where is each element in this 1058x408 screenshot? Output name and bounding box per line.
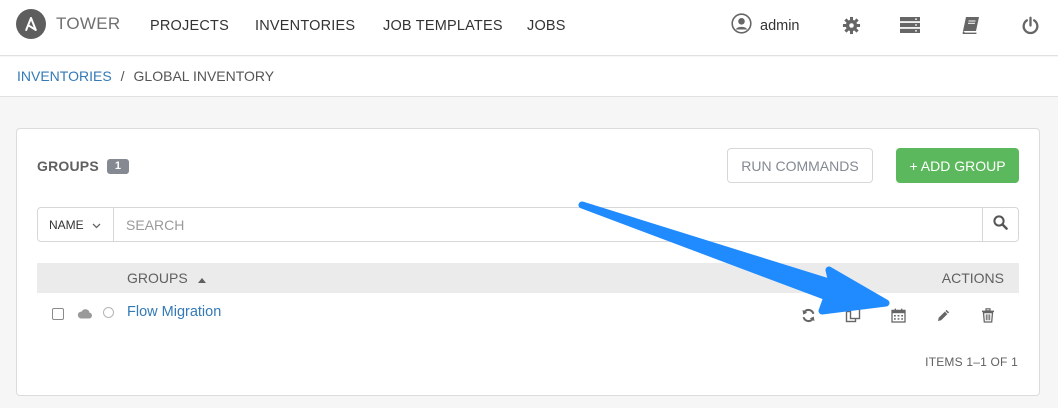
table-row: Flow Migration	[37, 293, 1019, 333]
trash-icon[interactable]	[979, 306, 997, 324]
cloud-icon	[77, 306, 93, 324]
server-icon[interactable]	[898, 14, 922, 36]
nav-link-job-templates[interactable]: JOB TEMPLATES	[383, 18, 503, 34]
search-field-label: NAME	[49, 217, 84, 232]
groups-column-header[interactable]: GROUPS	[127, 270, 206, 286]
calendar-icon[interactable]	[889, 306, 907, 324]
group-name-link[interactable]: Flow Migration	[127, 304, 221, 320]
groups-panel: GROUPS 1 RUN COMMANDS + ADD GROUP NAME G…	[16, 128, 1040, 396]
user-menu[interactable]: admin	[731, 13, 800, 39]
nav-link-jobs[interactable]: JOBS	[527, 18, 566, 34]
groups-column-label: GROUPS	[127, 270, 188, 286]
panel-title: GROUPS	[37, 158, 99, 174]
add-group-button[interactable]: + ADD GROUP	[896, 148, 1019, 183]
nav-link-inventories[interactable]: INVENTORIES	[255, 18, 355, 34]
group-count-badge: 1	[106, 158, 130, 174]
actions-column-header: ACTIONS	[941, 270, 1004, 286]
breadcrumb-trail: INVENTORIES / GLOBAL INVENTORY	[17, 68, 274, 84]
copy-icon[interactable]	[844, 306, 862, 324]
table-header: GROUPS ACTIONS	[37, 263, 1019, 293]
row-checkbox[interactable]	[52, 308, 64, 320]
ansible-logo-icon	[16, 9, 46, 39]
breadcrumb: INVENTORIES / GLOBAL INVENTORY	[0, 57, 1058, 97]
sort-ascending-icon	[197, 270, 206, 286]
status-indicator-icon	[103, 307, 114, 318]
search-input[interactable]	[114, 208, 982, 241]
search-field-dropdown[interactable]: NAME	[38, 208, 114, 241]
nav-link-projects[interactable]: PROJECTS	[150, 18, 229, 34]
brand-name: TOWER	[56, 14, 121, 33]
breadcrumb-inventories-link[interactable]: INVENTORIES	[17, 68, 112, 84]
username: admin	[760, 18, 800, 34]
chevron-down-icon	[92, 218, 101, 232]
pagination-info: ITEMS 1–1 OF 1	[925, 355, 1018, 369]
pencil-icon[interactable]	[934, 306, 952, 324]
power-icon[interactable]	[1019, 14, 1041, 36]
search-icon	[993, 214, 1008, 235]
gear-icon[interactable]	[840, 14, 862, 36]
top-navbar: TOWER PROJECTS INVENTORIES JOB TEMPLATES…	[0, 0, 1058, 56]
book-icon[interactable]	[960, 14, 982, 36]
panel-header: GROUPS 1	[37, 158, 130, 174]
user-icon	[731, 13, 752, 39]
sync-icon[interactable]	[799, 306, 817, 324]
search-bar: NAME	[37, 207, 1019, 242]
search-button[interactable]	[982, 208, 1018, 241]
brand[interactable]: TOWER	[16, 9, 120, 39]
run-commands-button[interactable]: RUN COMMANDS	[727, 148, 873, 183]
breadcrumb-separator: /	[120, 68, 125, 84]
breadcrumb-current: GLOBAL INVENTORY	[133, 68, 275, 84]
